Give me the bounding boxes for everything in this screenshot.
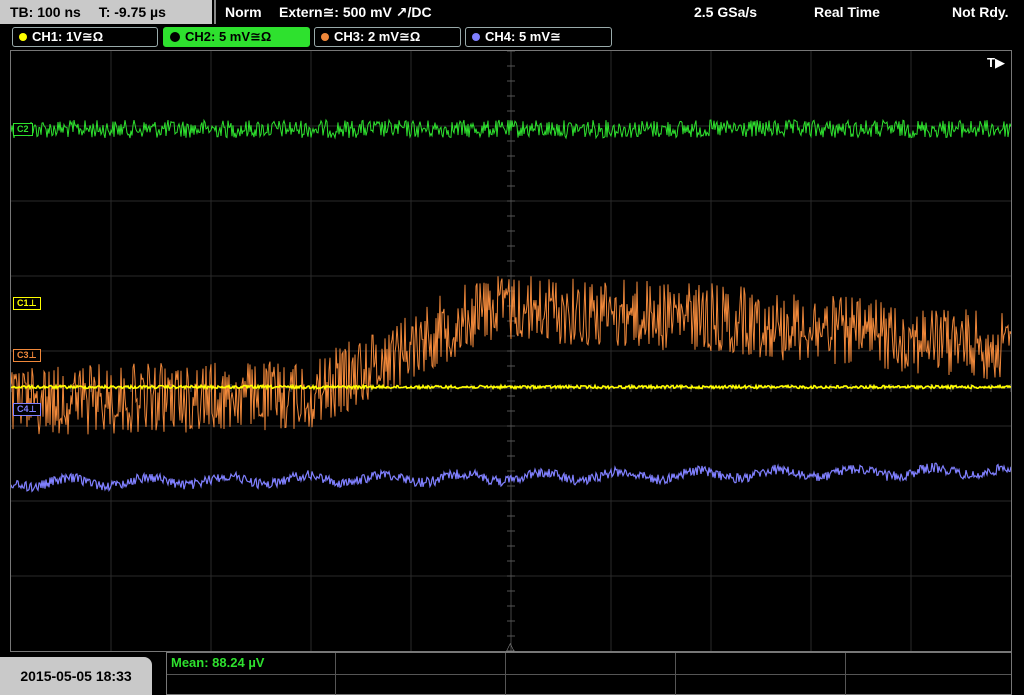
measurement-cell bbox=[167, 674, 336, 695]
channel-1-offset-marker[interactable]: C1⊥ bbox=[13, 297, 41, 310]
measurement-cell: Mean: 88.24 µV bbox=[167, 653, 336, 674]
top-status-bar: TB: 100 ns T: -9.75 µs Norm Extern≅: 500… bbox=[0, 0, 1024, 24]
timebase-value: TB: 100 ns bbox=[10, 4, 81, 20]
measurement-cell bbox=[335, 653, 506, 674]
timebase-box[interactable]: TB: 100 ns T: -9.75 µs bbox=[0, 0, 212, 24]
measurement-cell bbox=[335, 674, 506, 695]
channel-4-button[interactable]: CH4: 5 mV≅ bbox=[465, 27, 612, 47]
waveform-canvas bbox=[11, 51, 1011, 651]
acquisition-status: Not Rdy. bbox=[952, 4, 1009, 20]
trigger-position-icon: T▶ bbox=[987, 55, 1005, 70]
divider bbox=[214, 0, 216, 24]
channel-3-offset-marker[interactable]: C3⊥ bbox=[13, 349, 41, 362]
trigger-source[interactable]: Extern≅: 500 mV ↗/DC bbox=[279, 0, 432, 24]
channel-1-label: CH1: 1V≅Ω bbox=[32, 29, 104, 44]
measurement-cell bbox=[675, 674, 846, 695]
trigger-time-value: T: -9.75 µs bbox=[98, 4, 166, 20]
channel-3-dot-icon bbox=[321, 32, 329, 41]
mean-measurement: Mean: 88.24 µV bbox=[171, 655, 265, 670]
measurement-row: Mean: 88.24 µV bbox=[167, 653, 1011, 675]
channel-2-button[interactable]: CH2: 5 mV≅Ω bbox=[163, 27, 310, 47]
channel-2-offset-marker[interactable]: C2 bbox=[13, 123, 33, 136]
channel-3-button[interactable]: CH3: 2 mV≅Ω bbox=[314, 27, 461, 47]
trigger-mode[interactable]: Norm bbox=[225, 0, 262, 24]
channel-4-label: CH4: 5 mV≅ bbox=[485, 29, 561, 44]
channel-1-dot-icon bbox=[19, 32, 27, 41]
date-time: 2015-05-05 18:33 bbox=[0, 657, 152, 695]
measurement-row bbox=[167, 674, 1011, 695]
graticule bbox=[11, 51, 1011, 651]
channel-4-offset-marker[interactable]: C4⊥ bbox=[13, 403, 41, 416]
waveform-display[interactable]: C2 C1⊥ C3⊥ C4⊥ T▶ bbox=[10, 50, 1012, 652]
channel-1-button[interactable]: CH1: 1V≅Ω bbox=[12, 27, 158, 47]
measurement-cell bbox=[505, 653, 676, 674]
channel-2-dot-icon bbox=[170, 31, 180, 42]
channel-2-label: CH2: 5 mV≅Ω bbox=[185, 29, 272, 44]
channel-4-dot-icon bbox=[472, 32, 480, 41]
sample-rate: 2.5 GSa/s bbox=[694, 4, 758, 20]
measurement-cell bbox=[505, 674, 676, 695]
measurement-panel[interactable]: Mean: 88.24 µV bbox=[166, 652, 1012, 695]
channel-bar: CH1: 1V≅Ω CH2: 5 mV≅Ω CH3: 2 mV≅Ω CH4: 5… bbox=[0, 25, 1024, 49]
acquisition-mode: Real Time bbox=[814, 4, 880, 20]
bottom-bar: 2015-05-05 18:33 Mean: 88.24 µV bbox=[0, 652, 1024, 695]
measurement-cell bbox=[675, 653, 846, 674]
channel-3-label: CH3: 2 mV≅Ω bbox=[334, 29, 421, 44]
